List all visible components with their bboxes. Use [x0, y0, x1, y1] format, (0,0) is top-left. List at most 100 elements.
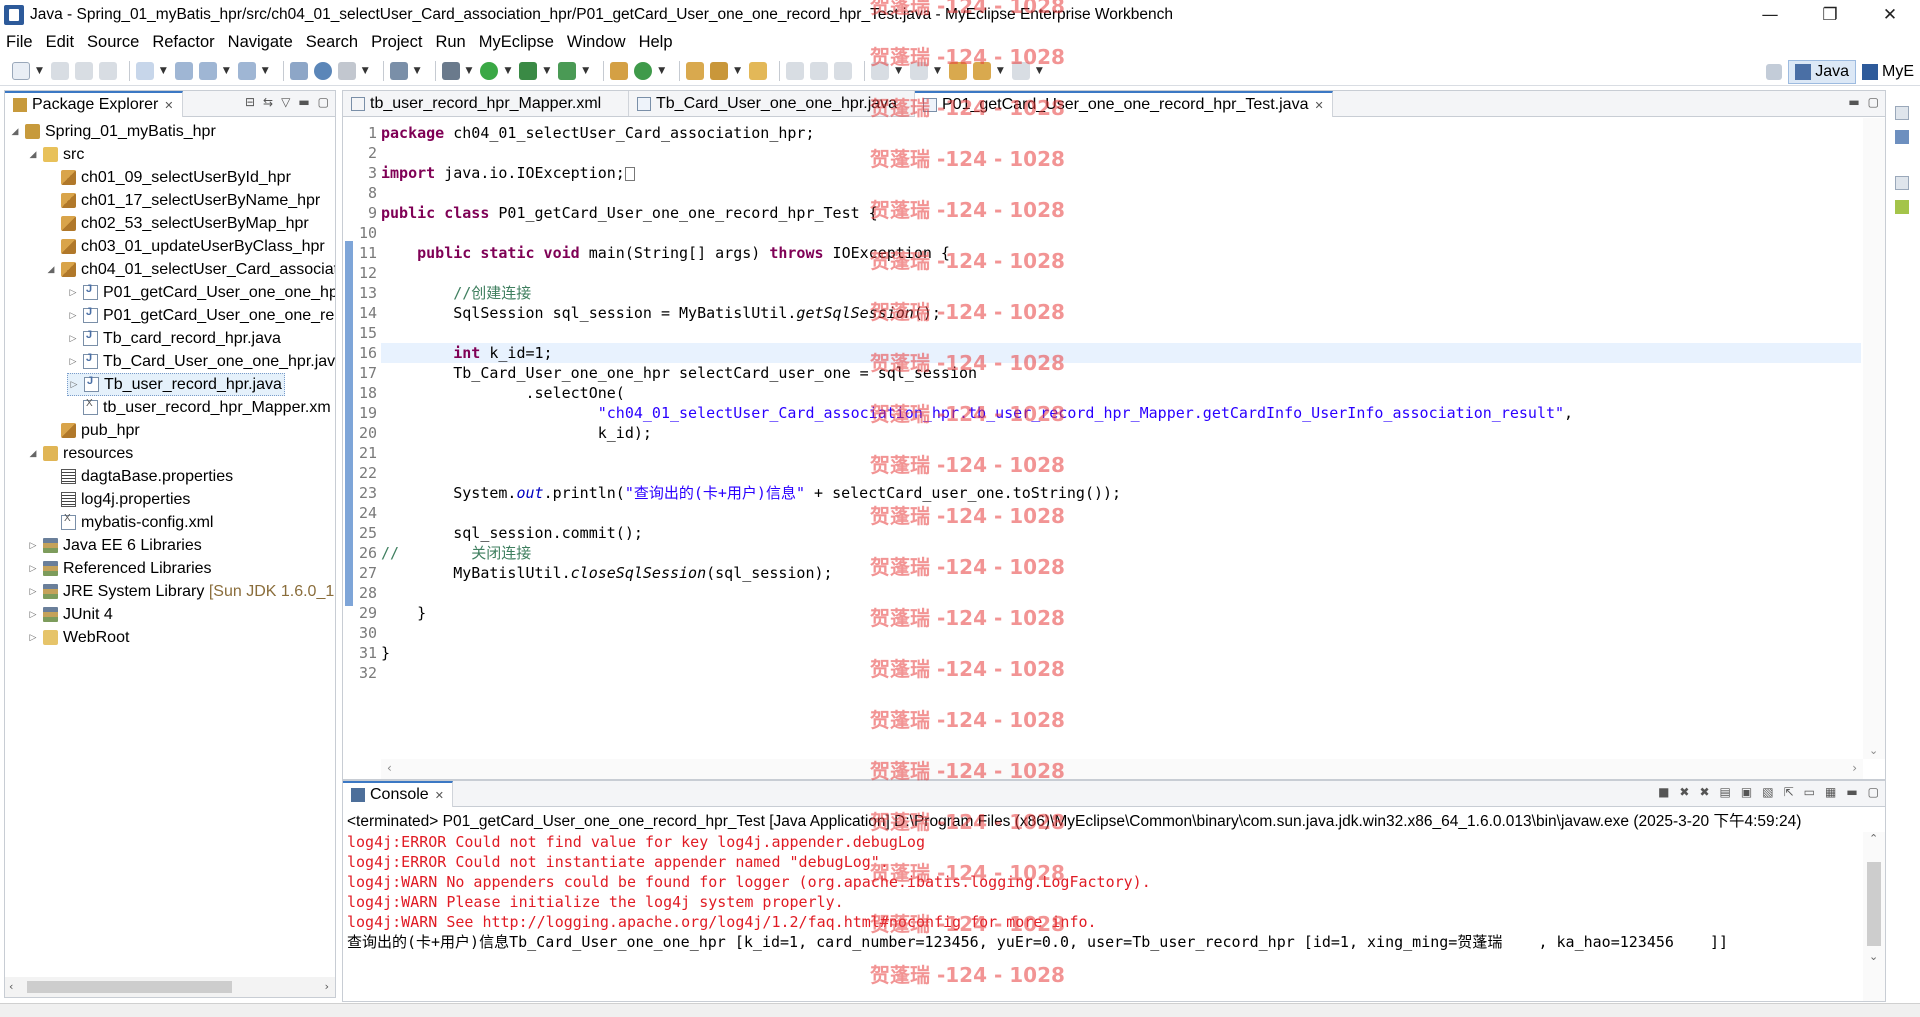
scroll-left-icon[interactable]: ‹ [9, 980, 13, 993]
tree-node-java-file[interactable]: ▷ P01_getCard_User_one_one_re [67, 304, 335, 327]
maximize-view-icon[interactable]: ▢ [1868, 785, 1879, 799]
horizontal-scrollbar[interactable]: ‹ › [381, 759, 1863, 779]
folded-imports-icon[interactable] [624, 166, 635, 181]
display-console-icon[interactable]: ▭ [1804, 785, 1815, 799]
horizontal-scrollbar[interactable]: ‹ › [5, 977, 335, 997]
tree-node-resources[interactable]: ◢ resources [27, 442, 134, 465]
link-with-editor-icon[interactable]: ⇆ [263, 95, 273, 109]
open-project-icon[interactable] [686, 61, 705, 80]
scroll-down-icon[interactable]: ⌄ [1869, 744, 1878, 757]
tree-node-library[interactable]: ▷ Referenced Libraries [27, 557, 212, 580]
scroll-right-icon[interactable]: › [325, 980, 329, 993]
scroll-left-icon[interactable]: ‹ [387, 761, 392, 775]
save-icon[interactable] [50, 61, 69, 80]
expanded-arrow-icon[interactable]: ◢ [27, 448, 39, 459]
scrollbar-thumb[interactable] [27, 981, 232, 993]
remove-all-icon[interactable]: ✖ [1699, 785, 1709, 799]
menu-help[interactable]: Help [639, 33, 673, 52]
new-class-icon[interactable] [634, 61, 653, 80]
coverage-icon[interactable] [519, 61, 538, 80]
minimize-view-icon[interactable]: ▬ [1846, 785, 1857, 799]
external-tools-icon[interactable] [558, 61, 577, 80]
tree-node-xml-file[interactable]: tb_user_record_hpr_Mapper.xm [67, 396, 331, 419]
collapsed-arrow-icon[interactable]: ▷ [27, 609, 39, 620]
collapsed-arrow-icon[interactable]: ▷ [67, 310, 79, 321]
view-menu-icon[interactable]: ▽ [281, 95, 290, 109]
expanded-arrow-icon[interactable]: ◢ [45, 264, 57, 275]
tab-console[interactable]: Console ✕ [343, 781, 453, 807]
task-list-icon[interactable] [1895, 200, 1909, 214]
outline-icon[interactable] [1895, 130, 1909, 144]
previous-annotation-icon[interactable] [909, 61, 928, 80]
back-icon[interactable] [972, 61, 991, 80]
tree-node-src[interactable]: ◢ src [27, 143, 85, 166]
close-icon[interactable]: ✕ [435, 789, 444, 802]
terminal-icon[interactable] [389, 61, 408, 80]
menu-project[interactable]: Project [371, 33, 422, 52]
scroll-lock-icon[interactable]: ▣ [1741, 785, 1752, 799]
chevron-down-icon[interactable]: ▼ [414, 66, 421, 76]
chevron-down-icon[interactable]: ▼ [543, 66, 550, 76]
minimize-view-icon[interactable]: ▬ [1848, 95, 1859, 109]
scroll-down-icon[interactable]: ⌄ [1869, 950, 1878, 963]
database-icon[interactable] [174, 61, 193, 80]
menu-navigate[interactable]: Navigate [228, 33, 293, 52]
tree-node-java-file-selected[interactable]: ▷ Tb_user_record_hpr.java [67, 373, 285, 396]
chevron-down-icon[interactable]: ▼ [504, 66, 511, 76]
mobile-icon[interactable] [337, 61, 356, 80]
collapsed-arrow-icon[interactable]: ▷ [67, 333, 79, 344]
forward-icon[interactable] [1011, 61, 1030, 80]
save-all-icon[interactable] [74, 61, 93, 80]
tree-node-java-file[interactable]: ▷ Tb_card_record_hpr.java [67, 327, 281, 350]
menu-search[interactable]: Search [306, 33, 358, 52]
chevron-down-icon[interactable]: ▼ [466, 66, 473, 76]
new-package-icon[interactable] [610, 61, 629, 80]
minimize-view-icon[interactable]: ▬ [298, 95, 309, 109]
expanded-arrow-icon[interactable]: ◢ [27, 149, 39, 160]
server-icon[interactable] [237, 61, 256, 80]
collapsed-arrow-icon[interactable]: ▷ [27, 563, 39, 574]
collapsed-arrow-icon[interactable]: ▷ [27, 540, 39, 551]
collapsed-arrow-icon[interactable]: ▷ [68, 379, 80, 390]
expanded-arrow-icon[interactable]: ◢ [9, 126, 21, 137]
tab-test-java[interactable]: P01_getCard_User_one_one_record_hpr_Test… [915, 91, 1333, 117]
scroll-right-icon[interactable]: › [1852, 761, 1857, 775]
toggle-mark-icon[interactable] [786, 61, 805, 80]
minimize-button[interactable]: — [1740, 0, 1800, 30]
chevron-down-icon[interactable]: ▼ [895, 66, 902, 76]
tree-node-library[interactable]: ▷ JUnit 4 [27, 603, 113, 626]
menu-file[interactable]: File [6, 33, 33, 52]
tree-node-library[interactable]: ▷ JRE System Library [Sun JDK 1.6.0_13 [27, 580, 335, 603]
collapsed-arrow-icon[interactable]: ▷ [27, 632, 39, 643]
chevron-down-icon[interactable]: ▼ [362, 66, 369, 76]
open-type-icon[interactable] [289, 61, 308, 80]
collapsed-arrow-icon[interactable]: ▷ [27, 586, 39, 597]
web-browser-icon[interactable] [313, 61, 332, 80]
tree-node-package[interactable]: ◢ ch04_01_selectUser_Card_associat [45, 258, 335, 281]
tab-mapper-xml[interactable]: tb_user_record_hpr_Mapper.xml [343, 91, 629, 116]
code-editor[interactable]: 1 2 3 8 9 10 11 12 13 14 15 16 17 18 19 … [343, 118, 1885, 779]
tree-node-package[interactable]: ch03_01_updateUserByClass_hpr [45, 235, 325, 258]
chevron-down-icon[interactable]: ▼ [734, 66, 741, 76]
debug-icon[interactable] [441, 61, 460, 80]
word-wrap-icon[interactable]: ▧ [1762, 785, 1773, 799]
chevron-down-icon[interactable]: ▼ [582, 66, 589, 76]
open-console-icon[interactable]: ▦ [1825, 785, 1836, 799]
chevron-down-icon[interactable]: ▼ [160, 66, 167, 76]
menu-myeclipse[interactable]: MyEclipse [479, 33, 554, 52]
tree-node-library[interactable]: ▷ Java EE 6 Libraries [27, 534, 202, 557]
tree-node-package[interactable]: ch02_53_selectUserByMap_hpr [45, 212, 309, 235]
chevron-down-icon[interactable]: ▼ [658, 66, 665, 76]
show-whitespace-icon[interactable] [834, 61, 853, 80]
next-annotation-icon[interactable] [871, 61, 890, 80]
chevron-down-icon[interactable]: ▼ [36, 66, 43, 76]
tree-node-package[interactable]: ch01_17_selectUserByName_hpr [45, 189, 320, 212]
tree-node-folder[interactable]: ▷ WebRoot [27, 626, 130, 649]
tab-card-user-java[interactable]: Tb_Card_User_one_one_hpr.java [629, 91, 915, 116]
perspective-myeclipse[interactable]: MyE [1856, 60, 1920, 84]
tree-node-project[interactable]: ◢ Spring_01_myBatis_hpr [9, 120, 216, 143]
tree-node-java-file[interactable]: ▷ P01_getCard_User_one_one_hp [67, 281, 335, 304]
close-icon[interactable]: ✕ [164, 99, 173, 112]
print-icon[interactable] [98, 61, 117, 80]
maximize-button[interactable]: ❐ [1800, 0, 1860, 30]
